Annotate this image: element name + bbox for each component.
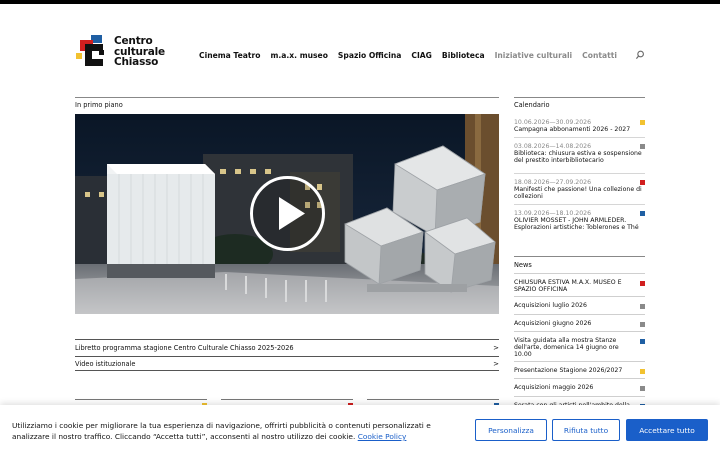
news-item[interactable]: Acquisizioni giugno 2026: [514, 314, 645, 327]
calendar-divider: [514, 173, 645, 174]
nav-max-museo[interactable]: m.a.x. museo: [270, 51, 327, 60]
category-square: [640, 120, 645, 125]
calendar-label: Calendario: [514, 101, 550, 109]
calendar-rule: [514, 97, 645, 98]
news-title: Acquisizioni luglio 2026: [514, 302, 587, 309]
featured-rule: [75, 97, 499, 98]
featured-video[interactable]: [75, 114, 499, 314]
calendar-item[interactable]: 18.08.2026—27.09.2026 Manifesti che pass…: [514, 179, 645, 200]
calendar-date: 03.08.2026—14.08.2026: [514, 143, 592, 150]
calendar-title: Campagna abbonamenti 2026 - 2027: [514, 126, 631, 133]
customize-button[interactable]: Personalizza: [475, 419, 547, 441]
category-square: [640, 144, 645, 149]
news-label: News: [514, 261, 532, 269]
news-item[interactable]: Visita guidata alla mostra Stanze dell'a…: [514, 331, 645, 358]
logo-mark-icon: [76, 35, 104, 66]
news-item[interactable]: Acquisizioni maggio 2026: [514, 378, 645, 391]
nav-ciag[interactable]: CIAG: [411, 51, 432, 60]
news-title: Acquisizioni maggio 2026: [514, 384, 594, 391]
nav-contatti[interactable]: Contatti: [582, 51, 617, 60]
calendar-date: 10.06.2026—30.09.2026: [514, 119, 592, 126]
calendar-date: 13.09.2026—18.10.2026: [514, 210, 592, 217]
calendar-date: 18.08.2026—27.09.2026: [514, 179, 592, 186]
logo-text: Centro culturale Chiasso: [114, 36, 165, 68]
news-title: Visita guidata alla mostra Stanze dell'a…: [514, 337, 619, 358]
cookie-banner: Utilizziamo i cookie per migliorare la t…: [0, 405, 720, 450]
news-title: CHIUSURA ESTIVA M.A.X. MUSEO E SPAZIO OF…: [514, 279, 622, 293]
calendar-item[interactable]: 03.08.2026—14.08.2026 Biblioteca: chiusu…: [514, 143, 645, 164]
category-square: [640, 369, 645, 374]
main-nav: Cinema Teatro m.a.x. museo Spazio Offici…: [199, 50, 645, 60]
chevron-right-icon: >: [493, 344, 499, 352]
search-icon[interactable]: [635, 50, 645, 60]
reject-all-button[interactable]: Rifiuta tutto: [552, 419, 620, 441]
calendar-divider: [514, 137, 645, 138]
category-square: [640, 322, 645, 327]
site-logo[interactable]: Centro culturale Chiasso: [75, 34, 185, 68]
featured-label: In primo piano: [75, 101, 123, 109]
calendar-divider: [514, 204, 645, 205]
news-item[interactable]: CHIUSURA ESTIVA M.A.X. MUSEO E SPAZIO OF…: [514, 273, 645, 293]
category-square: [640, 386, 645, 391]
play-icon[interactable]: [249, 175, 326, 252]
category-square: [640, 304, 645, 309]
link-video-label: Video istituzionale: [75, 359, 136, 368]
cookie-message: Utilizziamo i cookie per migliorare la t…: [12, 420, 462, 442]
nav-spazio-officina[interactable]: Spazio Officina: [338, 51, 401, 60]
category-square: [640, 180, 645, 185]
link-libretto-programma[interactable]: Libretto programma stagione Centro Cultu…: [75, 339, 499, 356]
cookie-policy-link[interactable]: Cookie Policy: [358, 432, 407, 441]
news-item[interactable]: Acquisizioni luglio 2026: [514, 296, 645, 309]
logo-line-1: Centro: [114, 35, 153, 47]
calendar-item[interactable]: 13.09.2026—18.10.2026 OLIVIER MOSSET - J…: [514, 210, 645, 231]
category-square: [640, 211, 645, 216]
news-rule: [514, 256, 645, 257]
calendar-item[interactable]: 10.06.2026—30.09.2026 Campagna abbonamen…: [514, 119, 645, 133]
chevron-right-icon: >: [493, 359, 499, 368]
calendar-title: Biblioteca: chiusura estiva e sospension…: [514, 150, 642, 164]
nav-cinema-teatro[interactable]: Cinema Teatro: [199, 51, 260, 60]
category-square: [640, 281, 645, 286]
news-title: Acquisizioni giugno 2026: [514, 320, 592, 327]
news-title: Presentazione Stagione 2026/2027: [514, 367, 623, 374]
calendar-title: Manifesti che passione! Una collezione d…: [514, 186, 642, 200]
top-border: [0, 0, 720, 4]
calendar-title: OLIVIER MOSSET - JOHN ARMLEDER. Esploraz…: [514, 217, 639, 231]
nav-iniziative-culturali[interactable]: Iniziative culturali: [495, 51, 573, 60]
link-video-istituzionale[interactable]: Video istituzionale >: [75, 356, 499, 371]
nav-biblioteca[interactable]: Biblioteca: [442, 51, 485, 60]
news-item[interactable]: Presentazione Stagione 2026/2027: [514, 361, 645, 374]
link-libretto-label: Libretto programma stagione Centro Cultu…: [75, 344, 294, 352]
logo-line-3: Chiasso: [114, 56, 159, 68]
accept-all-button[interactable]: Accettare tutto: [626, 419, 708, 441]
category-square: [640, 339, 645, 344]
